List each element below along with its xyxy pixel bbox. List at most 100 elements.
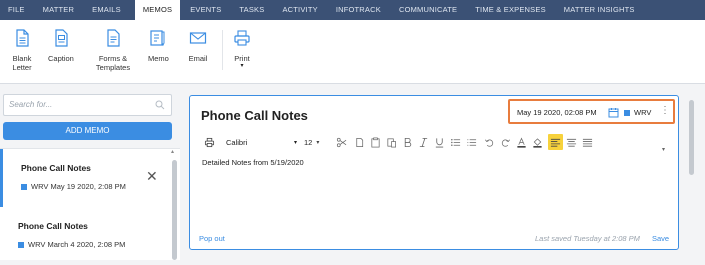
memo-user-tag[interactable]: WRV (624, 108, 651, 117)
editor-scrollbar[interactable]: ▾ (662, 138, 668, 153)
chevron-down-icon: ▾ (240, 63, 244, 69)
underline-icon (435, 137, 444, 147)
scissors-icon (336, 137, 347, 147)
memo-date: May 19 2020, 2:08 PM (50, 182, 126, 191)
caption-label: Caption (48, 54, 74, 63)
font-family-chevron-icon[interactable]: ▾ (294, 134, 297, 150)
print-button[interactable]: Print ▾ (232, 28, 252, 69)
email-button[interactable]: Email (188, 28, 208, 63)
memo-title: Phone Call Notes (21, 163, 91, 173)
memo-editor-user: WRV (634, 108, 652, 117)
paste-special-tool[interactable] (386, 134, 397, 150)
italic-icon (419, 137, 428, 147)
memo-list: Phone Call Notes WRV May 19 2020, 2:08 P… (0, 148, 180, 260)
tab-matter[interactable]: MATTER (43, 0, 84, 20)
tab-matter-insights[interactable]: MATTER INSIGHTS (564, 0, 645, 20)
font-size-value: 12 (304, 137, 313, 147)
clipboard-icon (371, 137, 380, 147)
editor-toolbar: Calibri ▾ 12 ▾ (202, 134, 672, 150)
italic-tool[interactable] (418, 134, 429, 150)
add-memo-button[interactable]: ADD MEMO (3, 122, 172, 140)
blank-letter-button[interactable]: Blank Letter (10, 28, 34, 72)
scroll-up-icon[interactable]: ▴ (171, 148, 174, 155)
chevron-down-icon: ▾ (316, 139, 320, 146)
font-family-value: Calibri (226, 137, 248, 147)
bold-icon (404, 137, 412, 147)
font-size-select[interactable]: 12 ▾ (304, 134, 319, 150)
memo-icon (150, 30, 165, 47)
tab-file[interactable]: FILE (8, 0, 35, 20)
tab-events[interactable]: EVENTS (190, 0, 231, 20)
font-color-icon (517, 136, 526, 148)
memo-datetime[interactable]: May 19 2020, 02:08 PM (517, 108, 597, 117)
numbered-list-icon (467, 138, 477, 146)
cut-tool[interactable] (336, 134, 347, 150)
print-label: Print (234, 54, 250, 63)
scroll-down-icon[interactable]: ▾ (662, 147, 665, 153)
caption-button[interactable]: Caption (48, 28, 74, 63)
search-input[interactable]: Search for... (3, 94, 172, 116)
memo-editor-title[interactable]: Phone Call Notes (201, 108, 308, 123)
close-icon[interactable]: ✕ (146, 169, 158, 183)
more-options-icon[interactable]: ⋮ (660, 105, 670, 116)
document-icon (16, 29, 29, 47)
align-justify-tool[interactable] (582, 134, 593, 150)
calendar-icon[interactable] (608, 107, 619, 118)
bullet-list-tool[interactable] (450, 134, 461, 150)
font-family-select[interactable]: Calibri (226, 134, 247, 150)
page-scrollbar[interactable] (689, 100, 695, 260)
memo-button[interactable]: Memo (148, 28, 169, 63)
tab-time-expenses[interactable]: TIME & EXPENSES (475, 0, 556, 20)
memo-list-item[interactable]: Phone Call Notes WRV May 19 2020, 2:08 P… (0, 149, 168, 207)
tab-tasks[interactable]: TASKS (239, 0, 274, 20)
undo-tool[interactable] (484, 134, 495, 150)
caption-doc-icon (55, 29, 68, 47)
search-icon (155, 100, 165, 110)
align-justify-icon (582, 138, 593, 147)
bold-tool[interactable] (402, 134, 413, 150)
forms-templates-button[interactable]: Forms & Templates (92, 28, 134, 72)
top-nav: FILE MATTER EMAILS MEMOS EVENTS TASKS AC… (0, 0, 705, 20)
scrollbar-thumb[interactable] (689, 100, 694, 175)
memo-user: WRV (28, 240, 46, 249)
print-tool[interactable] (204, 134, 215, 150)
memo-list-item[interactable]: Phone Call Notes WRV March 4 2020, 2:08 … (0, 207, 168, 265)
scrollbar-thumb[interactable] (172, 160, 177, 260)
tab-emails[interactable]: EMAILS (92, 0, 131, 20)
forms-doc-icon (107, 29, 120, 47)
ribbon-divider (222, 30, 223, 70)
forms-templates-label: Forms & Templates (95, 54, 131, 72)
tab-activity[interactable]: ACTIVITY (282, 0, 327, 20)
memo-body[interactable]: Detailed Notes from 5/19/2020 (202, 158, 304, 167)
redo-tool[interactable] (500, 134, 511, 150)
align-left-tool[interactable] (548, 134, 563, 150)
paint-bucket-icon (533, 137, 542, 148)
tab-memos[interactable]: MEMOS (134, 0, 181, 20)
user-color-swatch (624, 109, 630, 116)
tab-communicate[interactable]: COMMUNICATE (399, 0, 467, 20)
save-button[interactable]: Save (652, 234, 669, 243)
memo-date: March 4 2020, 2:08 PM (47, 240, 126, 249)
font-color-tool[interactable] (516, 134, 527, 150)
numbered-list-tool[interactable] (466, 134, 477, 150)
user-color-swatch (21, 183, 27, 190)
email-label: Email (188, 54, 208, 63)
paste-text-icon (387, 137, 396, 147)
last-saved-status: Last saved Tuesday at 2:08 PM (535, 234, 640, 243)
paste-tool[interactable] (370, 134, 381, 150)
envelope-icon (189, 32, 207, 44)
underline-tool[interactable] (434, 134, 445, 150)
ribbon: Blank Letter Caption Forms & Templates M… (0, 20, 705, 84)
pop-out-link[interactable]: Pop out (199, 234, 225, 243)
list-scrollbar[interactable]: ▴ (171, 148, 177, 260)
memo-title: Phone Call Notes (18, 221, 88, 231)
copy-tool[interactable] (354, 134, 365, 150)
tab-infotrack[interactable]: INFOTRACK (336, 0, 391, 20)
memo-meta: WRV May 19 2020, 2:08 PM (21, 182, 126, 191)
align-left-icon (550, 138, 561, 147)
copy-icon (356, 137, 364, 147)
printer-icon (234, 30, 250, 46)
align-center-icon (566, 138, 577, 147)
align-center-tool[interactable] (566, 134, 577, 150)
highlight-color-tool[interactable] (532, 134, 543, 150)
